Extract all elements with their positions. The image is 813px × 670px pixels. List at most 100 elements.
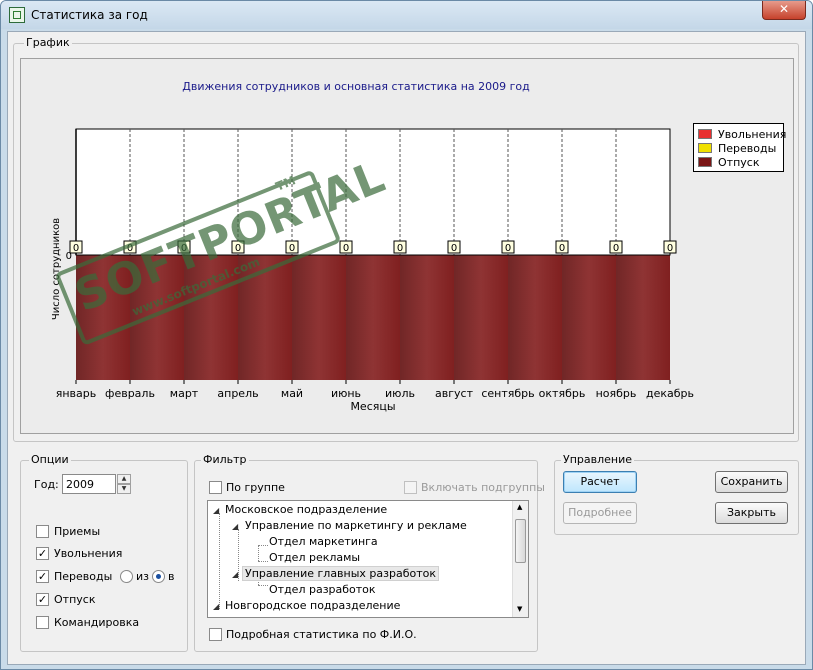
bar-октябрь	[562, 255, 616, 380]
bar-май	[292, 255, 346, 380]
bar-январь	[76, 255, 130, 380]
data-label: 0	[235, 243, 241, 254]
app-icon	[9, 7, 25, 23]
data-label: 0	[451, 243, 457, 254]
business-trip-label: Командировка	[54, 616, 140, 629]
transfers-label: Переводы	[54, 570, 113, 583]
legend-label-dismissals: Увольнения	[718, 128, 787, 141]
chart-legend: Увольнения Переводы Отпуск	[693, 123, 787, 172]
expand-arrow-icon[interactable]: ◢	[232, 522, 238, 531]
spin-up-icon: ▲	[121, 475, 127, 482]
x-tick-label: ноябрь	[596, 387, 637, 400]
tree-item-novgorod[interactable]: Новгородское подразделение	[225, 599, 400, 612]
scroll-up-icon[interactable]: ▲	[517, 503, 522, 511]
bar-март	[184, 255, 238, 380]
chart-group-label: График	[24, 36, 72, 49]
check-mark-icon: ✓	[37, 547, 48, 560]
tree-item-advertising[interactable]: Отдел рекламы	[269, 551, 360, 564]
chart-panel: Движения сотрудников и основная статисти…	[20, 58, 794, 434]
year-label: Год:	[34, 478, 59, 491]
check-mark-icon: ✓	[37, 593, 48, 606]
legend-label-vacation: Отпуск	[718, 156, 760, 169]
by-group-label: По группе	[226, 481, 285, 494]
x-tick-label: апрель	[217, 387, 258, 400]
transfer-to-radio[interactable]	[152, 570, 165, 583]
tree-guide-line	[219, 513, 220, 609]
details-button[interactable]: Подробнее	[563, 502, 637, 524]
bar-февраль	[130, 255, 184, 380]
legend-swatch-dismissals	[698, 129, 712, 139]
x-tick-label: октябрь	[539, 387, 586, 400]
transfer-to-label: в	[168, 570, 175, 583]
options-group-label: Опции	[29, 453, 71, 466]
x-tick-label: март	[170, 387, 199, 400]
department-tree[interactable]: ◢ Московское подразделение ◢ Управление …	[207, 500, 529, 618]
data-label: 0	[73, 243, 79, 254]
tree-guide-line	[258, 545, 259, 561]
transfers-checkbox[interactable]: ✓	[36, 570, 49, 583]
spin-down-icon: ▼	[121, 485, 127, 492]
expand-arrow-icon[interactable]: ◢	[232, 570, 238, 579]
dismissals-checkbox[interactable]: ✓	[36, 547, 49, 560]
statistics-window: Статистика за год ✕ График Движения сотр…	[0, 0, 813, 670]
x-tick-label: декабрь	[646, 387, 694, 400]
control-group-label: Управление	[561, 453, 635, 466]
tree-item-moscow[interactable]: Московское подразделение	[225, 503, 387, 516]
window-title: Статистика за год	[31, 8, 148, 22]
tree-item-marketing[interactable]: Отдел маркетинга	[269, 535, 378, 548]
tree-scrollbar[interactable]: ▲ ▼	[512, 501, 528, 617]
chart-svg: Движения сотрудников и основная статисти…	[51, 80, 694, 413]
detail-stats-label: Подробная статистика по Ф.И.О.	[226, 628, 417, 641]
close-icon: ✕	[778, 2, 790, 16]
detail-stats-checkbox[interactable]	[209, 628, 222, 641]
year-spin-up[interactable]: ▲	[117, 474, 131, 484]
close-window-button[interactable]: ✕	[762, 1, 806, 20]
x-axis-label: Месяцы	[350, 400, 395, 413]
calculate-button[interactable]: Расчет	[563, 471, 637, 493]
bar-апрель	[238, 255, 292, 380]
business-trip-checkbox[interactable]	[36, 616, 49, 629]
x-tick-label: май	[281, 387, 303, 400]
legend-label-transfers: Переводы	[718, 142, 777, 155]
expand-arrow-icon[interactable]: ◢	[213, 602, 219, 611]
scroll-down-icon[interactable]: ▼	[517, 605, 522, 613]
data-label: 0	[181, 243, 187, 254]
check-mark-icon: ✓	[37, 570, 48, 583]
save-button[interactable]: Сохранить	[715, 471, 788, 493]
bar-август	[454, 255, 508, 380]
transfer-from-label: из	[136, 570, 149, 583]
close-button[interactable]: Закрыть	[715, 502, 788, 524]
client-area: График Движения сотрудников и основная с…	[7, 31, 806, 665]
x-tick-label: февраль	[105, 387, 155, 400]
data-label: 0	[667, 243, 673, 254]
include-subgroups-checkbox[interactable]	[404, 481, 417, 494]
year-spin-down[interactable]: ▼	[117, 484, 131, 494]
hires-checkbox[interactable]	[36, 525, 49, 538]
data-label: 0	[127, 243, 133, 254]
title-bar[interactable]: Статистика за год ✕	[1, 1, 812, 29]
vacation-checkbox[interactable]: ✓	[36, 593, 49, 606]
data-label: 0	[559, 243, 565, 254]
x-tick-label: июнь	[331, 387, 361, 400]
tree-guide-line	[258, 545, 268, 546]
bar-сентябрь	[508, 255, 562, 380]
data-label: 0	[397, 243, 403, 254]
legend-swatch-transfers	[698, 143, 712, 153]
by-group-checkbox[interactable]	[209, 481, 222, 494]
data-label: 0	[613, 243, 619, 254]
transfer-from-radio[interactable]	[120, 570, 133, 583]
tree-item-marketing-dept[interactable]: Управление по маркетингу и рекламе	[245, 519, 467, 532]
tree-guide-line	[258, 561, 268, 562]
legend-swatch-vacation	[698, 157, 712, 167]
x-tick-label: январь	[56, 387, 97, 400]
tree-item-development-dept[interactable]: Управление главных разработок	[242, 566, 440, 581]
data-label: 0	[289, 243, 295, 254]
tree-item-development[interactable]: Отдел разработок	[269, 583, 376, 596]
chart-title: Движения сотрудников и основная статисти…	[182, 80, 530, 93]
y-axis-label: Число сотрудников	[51, 218, 62, 320]
tree-guide-line	[258, 585, 268, 586]
x-tick-label: сентябрь	[481, 387, 534, 400]
year-input[interactable]	[62, 474, 116, 494]
expand-arrow-icon[interactable]: ◢	[213, 506, 219, 515]
scrollbar-thumb[interactable]	[515, 519, 526, 563]
